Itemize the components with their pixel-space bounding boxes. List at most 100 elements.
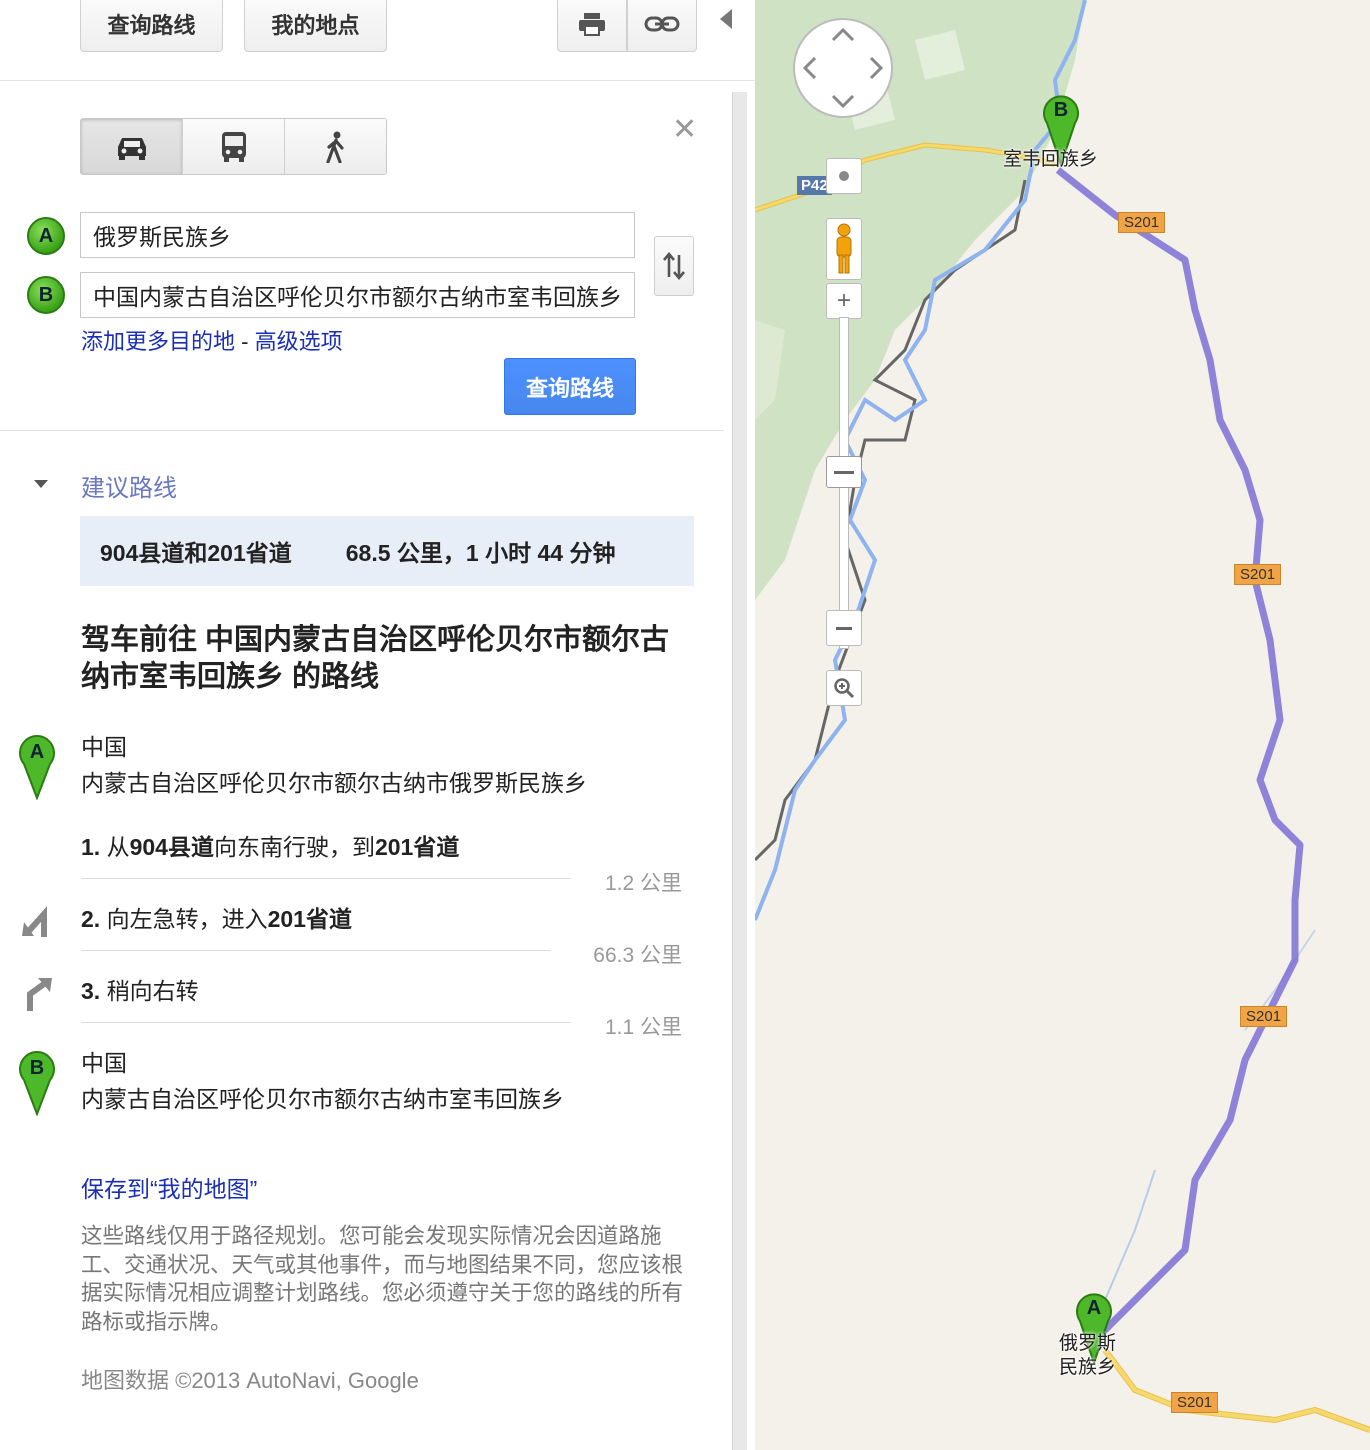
travel-mode-selector (80, 118, 387, 175)
my-location-button[interactable] (826, 158, 862, 194)
street-view-pegman[interactable] (826, 218, 862, 280)
walking-icon (325, 131, 344, 163)
get-directions-button[interactable]: 查询路线 (504, 358, 636, 415)
mode-transit[interactable] (183, 119, 285, 174)
road-south (1102, 1348, 1370, 1433)
route-summary: 68.5 公里，1 小时 44 分钟 (345, 540, 616, 566)
road-badge-s201: S201 (1171, 1392, 1219, 1413)
links-separator: - (235, 329, 255, 354)
slider-handle-icon (834, 470, 854, 474)
advanced-options-link[interactable]: 高级选项 (255, 329, 343, 354)
step-2-distance: 66.3 公里 (593, 944, 682, 967)
step-3-distance: 1.1 公里 (604, 1016, 682, 1039)
car-icon (117, 137, 146, 160)
close-directions-button[interactable]: ✕ (672, 112, 697, 147)
collapse-panel-icon[interactable] (718, 8, 734, 30)
route-option[interactable]: 904县道和201省道 68.5 公里，1 小时 44 分钟 (80, 516, 694, 586)
zoom-slider-handle[interactable] (826, 456, 862, 488)
mode-driving[interactable] (81, 119, 183, 174)
disclaimer-text: 这些路线仅用于路径规划。您可能会发现实际情况会因道路施工、交通状况、天气或其他事… (81, 1224, 684, 1334)
minus-icon (836, 626, 852, 630)
get-directions-label: 查询路线 (525, 375, 614, 401)
road-badge-s201: S201 (1240, 1006, 1288, 1027)
directions-panel: 查询路线 我的地点 ✕ A 俄罗斯民族乡 B 中国内蒙古自治区呼伦贝尔市额尔古纳… (0, 0, 755, 1450)
origin-input[interactable]: 俄罗斯民族乡 (80, 212, 635, 258)
pegman-icon (836, 223, 852, 274)
waypoint-links: 添加更多目的地 - 高级选项 (81, 324, 343, 356)
directions-button-label: 查询路线 (107, 13, 196, 38)
swap-waypoints-button[interactable] (654, 236, 694, 296)
step-2[interactable]: 2. 向左急转，进入201省道 (81, 900, 352, 934)
expand-triangle-icon[interactable] (33, 479, 49, 489)
map-data-credit: 地图数据 ©2013 AutoNavi, Google (81, 1368, 419, 1393)
sharp-left-turn-icon (22, 906, 47, 937)
waypoint-a-letter: A (38, 224, 54, 247)
map-label-eluosi-line2: 民族乡 (1059, 1357, 1117, 1378)
step-divider (81, 878, 571, 879)
step-3[interactable]: 3. 稍向右转 (81, 972, 199, 1006)
end-address: 内蒙古自治区呼伦贝尔市额尔古纳市室韦回族乡 (81, 1086, 564, 1112)
mode-walking[interactable] (285, 119, 386, 174)
magnifier-icon (834, 678, 855, 699)
start-country: 中国 (81, 734, 127, 760)
swap-icon (663, 251, 685, 281)
pan-control[interactable] (791, 16, 895, 120)
zoom-in-button[interactable]: + (826, 283, 862, 319)
add-destination-link[interactable]: 添加更多目的地 (81, 329, 235, 354)
plus-icon: + (836, 287, 851, 314)
print-button[interactable] (557, 0, 627, 52)
step-1-text-b: 向东南行驶，到 (213, 834, 375, 860)
bus-icon (221, 131, 246, 162)
step-divider (81, 1022, 571, 1023)
step-2-number: 2. (81, 906, 101, 932)
start-address: 内蒙古自治区呼伦贝尔市额尔古纳市俄罗斯民族乡 (81, 770, 587, 796)
save-to-my-maps-link[interactable]: 保存到“我的地图” (81, 1170, 257, 1204)
step-1-road-b: 201省道 (374, 834, 460, 860)
slight-right-turn-icon (27, 978, 52, 1011)
zoom-out-button[interactable] (826, 610, 862, 646)
directions-title: 驾车前往 中国内蒙古自治区呼伦贝尔市额尔古纳市室韦回族乡 的路线 (81, 624, 670, 693)
svg-text:B: B (30, 1057, 44, 1079)
step-1-distance: 1.2 公里 (604, 872, 682, 895)
step-3-text: 稍向右转 (106, 978, 199, 1004)
step-1-text-a: 从 (106, 834, 130, 860)
my-places-button-label: 我的地点 (271, 13, 360, 38)
origin-input-value: 俄罗斯民族乡 (93, 224, 231, 250)
step-2-road-a: 201省道 (267, 906, 352, 932)
waypoint-b-letter: B (38, 283, 54, 306)
svg-text:A: A (1087, 1297, 1101, 1319)
waypoint-a-marker: A (27, 217, 65, 255)
directions-button[interactable]: 查询路线 (80, 0, 223, 52)
print-icon (579, 13, 605, 36)
panel-scrollbar[interactable] (732, 92, 747, 1450)
map-label-eluosi: 俄罗斯 民族乡 (1059, 1332, 1116, 1380)
step-1[interactable]: 1. 从904县道向东南行驶，到201省道 (81, 828, 459, 862)
step-1-road-a: 904县道 (129, 834, 214, 860)
step-3-number: 3. (81, 978, 101, 1004)
map-label-eluosi-line1: 俄罗斯 (1059, 1333, 1117, 1354)
destination-input[interactable]: 中国内蒙古自治区呼伦贝尔市额尔古纳市室韦回族乡 (80, 272, 635, 318)
step-1-number: 1. (81, 834, 101, 860)
location-dot-icon (839, 171, 849, 181)
link-icon (644, 16, 680, 32)
zoom-area-button[interactable] (826, 670, 862, 706)
map-label-shiwei: 室韦回族乡 (1003, 149, 1099, 170)
divider (0, 80, 755, 81)
road-badge-s201: S201 (1118, 212, 1166, 233)
svg-text:B: B (1054, 99, 1068, 121)
link-button[interactable] (627, 0, 697, 52)
map-canvas[interactable]: P42 S201 S201 S201 S201 B 室韦回族乡 A 俄罗斯 民族… (755, 0, 1370, 1450)
waypoint-b-marker: B (27, 276, 65, 314)
step-divider (81, 950, 551, 951)
close-icon: ✕ (672, 113, 698, 146)
end-pin-icon: B (19, 1051, 55, 1116)
route-line (1055, 167, 1304, 1343)
svg-text:A: A (30, 741, 44, 763)
suggested-routes-heading[interactable]: 建议路线 (81, 468, 177, 503)
divider (0, 430, 724, 431)
my-places-button[interactable]: 我的地点 (244, 0, 387, 52)
destination-input-value: 中国内蒙古自治区呼伦贝尔市额尔古纳市室韦回族乡 (93, 284, 622, 310)
start-pin-icon: A (19, 735, 55, 800)
end-country: 中国 (81, 1050, 127, 1076)
route-name: 904县道和201省道 (100, 540, 292, 566)
